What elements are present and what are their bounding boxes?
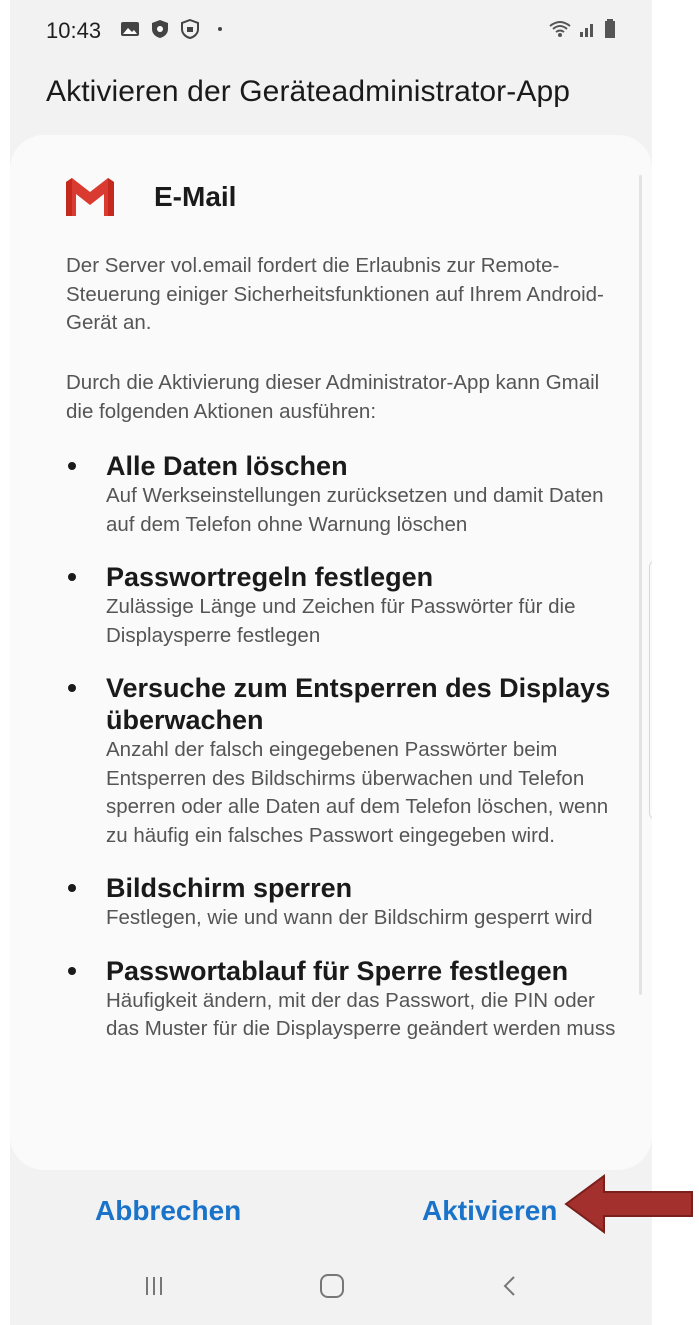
list-item: Passwortablauf für Sperre festlegen Häuf… bbox=[66, 955, 626, 1044]
bullet-icon bbox=[68, 884, 76, 892]
permission-title: Bildschirm sperren bbox=[106, 873, 353, 903]
bullet-icon bbox=[68, 462, 76, 470]
gmail-icon bbox=[66, 178, 114, 216]
admin-permission-card[interactable]: E-Mail Der Server vol.email fordert die … bbox=[10, 135, 652, 1170]
permission-title: Alle Daten löschen bbox=[106, 451, 348, 481]
bullet-icon bbox=[68, 684, 76, 692]
home-icon bbox=[320, 1274, 344, 1298]
permission-title: Passwortregeln festlegen bbox=[106, 562, 434, 592]
permission-description: Auf Werkseinstellungen zurücksetzen und … bbox=[106, 484, 604, 536]
edge-panel-handle[interactable] bbox=[649, 560, 652, 820]
status-system-icons bbox=[548, 19, 616, 39]
permission-description: Häufigkeit ändern, mit der das Passwort,… bbox=[106, 988, 616, 1041]
activate-button[interactable]: Aktivieren bbox=[422, 1195, 557, 1227]
recent-apps-button[interactable] bbox=[134, 1266, 174, 1306]
status-time: 10:43 bbox=[46, 18, 102, 43]
permission-description: Zulässige Länge und Zeichen für Passwört… bbox=[106, 595, 576, 647]
scrollbar[interactable] bbox=[639, 175, 642, 995]
shield-icon bbox=[152, 20, 168, 38]
page-title: Aktivieren der Geräteadministrator-App bbox=[46, 75, 571, 108]
permission-title: Versuche zum Entsperren des Displays übe… bbox=[106, 673, 611, 735]
list-item: Alle Daten löschen Auf Werkseinstellunge… bbox=[66, 450, 626, 539]
permission-list: Alle Daten löschen Auf Werkseinstellunge… bbox=[66, 450, 626, 1066]
list-item: Passwortregeln festlegen Zulässige Länge… bbox=[66, 561, 626, 650]
permission-description: Festlegen, wie und wann der Bildschirm g… bbox=[106, 906, 593, 929]
gallery-icon bbox=[121, 22, 139, 36]
bullet-icon bbox=[68, 573, 76, 581]
battery-icon bbox=[605, 19, 615, 38]
app-header: E-Mail bbox=[62, 172, 236, 222]
server-request-text: Der Server vol.email fordert die Erlaubn… bbox=[66, 254, 604, 334]
security-app-icon bbox=[181, 19, 199, 39]
list-item: Bildschirm sperren Festlegen, wie und wa… bbox=[66, 872, 626, 933]
home-button[interactable] bbox=[312, 1266, 352, 1306]
permission-description: Anzahl der falsch eingegebenen Passwörte… bbox=[106, 738, 609, 847]
status-notification-icons bbox=[120, 19, 222, 39]
bullet-icon bbox=[68, 966, 76, 975]
back-button[interactable] bbox=[490, 1266, 530, 1306]
actions-intro-text: Durch die Aktivierung dieser Administrat… bbox=[66, 371, 600, 423]
navigation-bar bbox=[10, 1250, 652, 1325]
annotation-arrow-icon bbox=[564, 1174, 693, 1234]
phone-screen: 10:43 Aktivieren der Geräteadministrator… bbox=[10, 0, 652, 1325]
permission-title: Passwortablauf für Sperre festlegen bbox=[106, 955, 569, 986]
recent-apps-icon bbox=[146, 1277, 162, 1295]
cancel-button[interactable]: Abbrechen bbox=[95, 1195, 241, 1227]
list-item: Versuche zum Entsperren des Displays übe… bbox=[66, 672, 626, 850]
back-icon bbox=[503, 1276, 515, 1296]
wifi-icon bbox=[549, 21, 571, 37]
status-bar: 10:43 bbox=[10, 0, 652, 62]
more-notifications-dot-icon bbox=[218, 27, 222, 31]
app-name: E-Mail bbox=[154, 181, 237, 212]
signal-icon bbox=[580, 24, 593, 37]
